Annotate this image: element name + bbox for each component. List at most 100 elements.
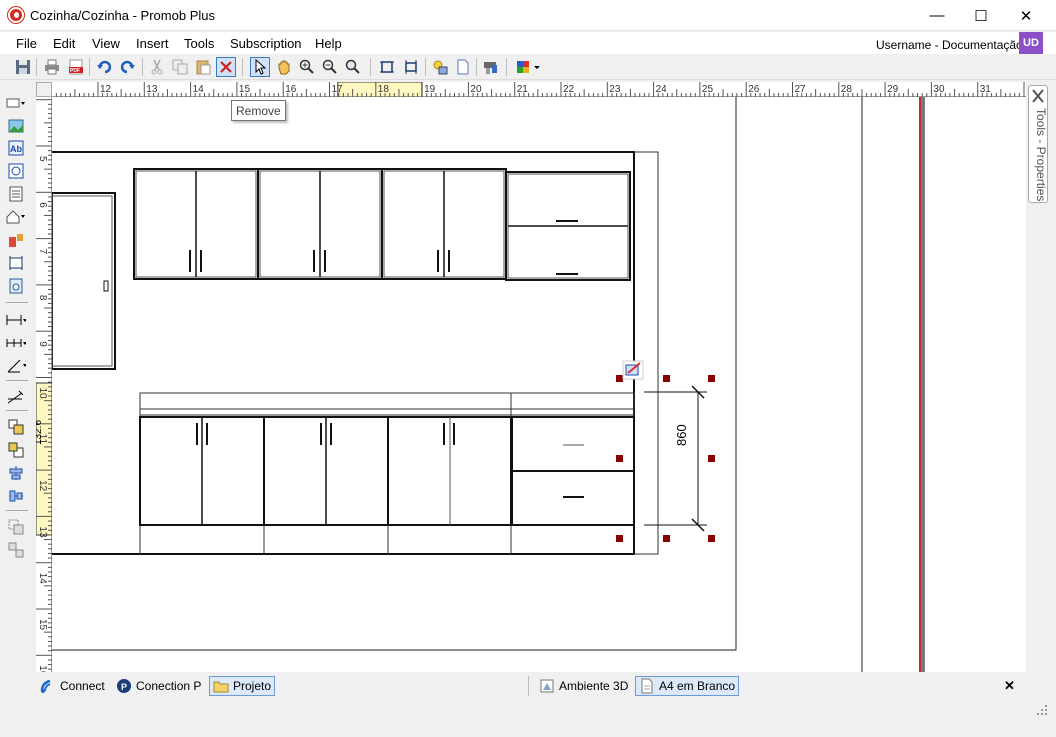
ruler-label: 19: [424, 84, 436, 95]
user-avatar[interactable]: UD: [1019, 32, 1043, 54]
frame-icon[interactable]: [377, 57, 397, 77]
user-label[interactable]: Username - Documentação: [876, 38, 1023, 52]
select-icon[interactable]: [250, 57, 270, 77]
building-tool-icon[interactable]: [6, 208, 26, 226]
ambiente-3d-icon: [540, 679, 554, 693]
furniture-tool-icon[interactable]: [6, 231, 26, 249]
group-icon[interactable]: [6, 518, 26, 536]
left-toolbar: Ab: [0, 80, 34, 670]
ruler-label: 14: [193, 84, 205, 95]
tools-properties-tab[interactable]: Tools - Properties: [1028, 85, 1048, 203]
kitchen-elevation-drawing: [52, 97, 925, 672]
copy-icon[interactable]: [170, 57, 190, 77]
zoom-window-icon[interactable]: [343, 57, 363, 77]
right-side-panel: Tools - Properties: [1026, 82, 1050, 672]
save-icon[interactable]: [13, 57, 33, 77]
bring-front-icon[interactable]: [6, 418, 26, 436]
undo-icon[interactable]: [94, 57, 114, 77]
a4-em-branco-tab[interactable]: A4 em Branco: [635, 676, 740, 696]
ruler-label: 31: [980, 84, 992, 95]
close-tab-button[interactable]: ✕: [1004, 678, 1015, 694]
menu-help[interactable]: Help: [315, 36, 342, 51]
maximize-button[interactable]: ☐: [958, 0, 1004, 31]
measure-tool-icon[interactable]: [6, 254, 26, 272]
remove-icon[interactable]: [216, 57, 236, 77]
render-icon[interactable]: [430, 57, 450, 77]
connect-icon: [40, 679, 51, 693]
ruler-label: 9: [37, 341, 48, 347]
ruler-label: 16: [37, 665, 48, 672]
toolbar-separator: [142, 58, 143, 76]
toolbar-separator: [6, 302, 28, 303]
toolbar-separator: [89, 58, 90, 76]
dimension-angle-icon[interactable]: [6, 357, 26, 375]
text-tool-icon[interactable]: Ab: [6, 139, 26, 157]
connect-tab[interactable]: Connect: [37, 676, 108, 696]
view-tool-icon[interactable]: [6, 162, 26, 180]
wall-tool-icon[interactable]: [6, 94, 26, 112]
menu-insert[interactable]: Insert: [136, 36, 169, 51]
horizontal-ruler: 12 13 14 15 16 17 18 19 20 21 22 23 24 25 26 27 28 29 30 31: [52, 82, 1026, 97]
status-strip: [0, 700, 1056, 737]
toolbar-separator: [506, 58, 507, 76]
list-tool-icon[interactable]: [6, 185, 26, 203]
send-back-icon[interactable]: [6, 441, 26, 459]
menu-file[interactable]: File: [16, 36, 37, 51]
ruler-label: 28: [841, 84, 853, 95]
menu-subscription[interactable]: Subscription: [230, 36, 302, 51]
toolbar-separator: [6, 410, 28, 411]
frame-alt-icon[interactable]: [401, 57, 421, 77]
ungroup-icon[interactable]: [6, 541, 26, 559]
menu-bar: File Edit View Insert Tools Subscription…: [0, 32, 1056, 54]
pdf-icon[interactable]: PDF: [66, 57, 86, 77]
resize-grip-icon[interactable]: [1034, 702, 1048, 716]
redo-icon[interactable]: [118, 57, 138, 77]
print-icon[interactable]: [42, 57, 62, 77]
library-icon[interactable]: [481, 57, 501, 77]
connect-tab-label: Connect: [60, 679, 105, 693]
distribute-icon[interactable]: [6, 487, 26, 505]
dimension-slanted-icon[interactable]: [6, 388, 26, 406]
paste-icon[interactable]: [193, 57, 213, 77]
a4-page-icon: [641, 678, 653, 694]
lower-cabinets[interactable]: [139, 392, 635, 554]
tools-icon: [1031, 88, 1045, 104]
close-window-button[interactable]: ✕: [1003, 0, 1049, 31]
conection-p-tab[interactable]: P Conection P: [113, 676, 204, 696]
image-insert-icon[interactable]: [6, 117, 26, 135]
ruler-label: 17: [332, 84, 344, 95]
dimension-chain-icon[interactable]: [6, 334, 26, 352]
ambiente-3d-tab[interactable]: Ambiente 3D: [536, 676, 631, 696]
ruler-label: 27: [795, 84, 807, 95]
ruler-label: 13: [37, 526, 48, 538]
ruler-label: 21: [517, 84, 529, 95]
menu-view[interactable]: View: [92, 36, 120, 51]
minimize-button[interactable]: —: [914, 0, 960, 31]
page-icon[interactable]: [453, 57, 473, 77]
menu-tools[interactable]: Tools: [184, 36, 214, 51]
dimension-horizontal-icon[interactable]: [6, 311, 26, 329]
zoom-out-icon[interactable]: [320, 57, 340, 77]
color-palette-icon[interactable]: [515, 57, 543, 77]
align-icon[interactable]: [6, 464, 26, 482]
ruler-label: 25: [702, 84, 714, 95]
vertical-ruler: 5 6 7 8 9 10 11 12 13 14 15 16 132.6: [36, 97, 52, 672]
zoom-in-icon[interactable]: [297, 57, 317, 77]
ruler-label: 23: [609, 84, 621, 95]
drawing-canvas[interactable]: 860: [52, 97, 1026, 672]
upper-cabinets[interactable]: [133, 168, 631, 281]
tab-divider: [528, 676, 529, 696]
ruler-label: 13: [146, 84, 158, 95]
bottom-tab-bar: Connect P Conection P Projeto Ambiente 3…: [34, 674, 1030, 698]
edit-dimension-icon[interactable]: [622, 360, 644, 380]
toolbar-separator: [242, 58, 243, 76]
document-tool-icon[interactable]: [6, 277, 26, 295]
hand-pan-icon[interactable]: [274, 57, 294, 77]
ruler-label: 18: [378, 84, 390, 95]
dimension-860[interactable]: [616, 375, 715, 542]
a4-em-branco-tab-label: A4 em Branco: [659, 679, 736, 693]
cut-icon[interactable]: [147, 57, 167, 77]
menu-edit[interactable]: Edit: [53, 36, 75, 51]
ruler-label: 12: [37, 480, 48, 492]
projeto-tab[interactable]: Projeto: [209, 676, 276, 696]
